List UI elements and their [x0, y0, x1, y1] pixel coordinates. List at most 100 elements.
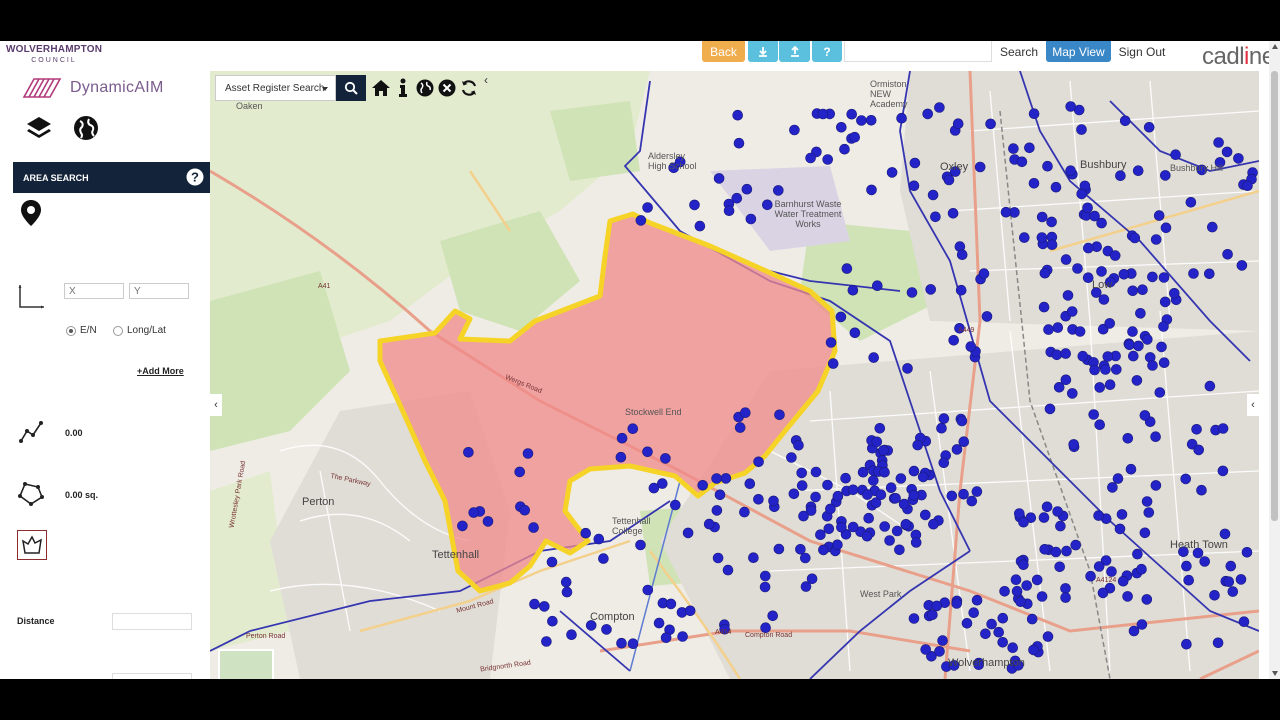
asset-marker[interactable]: [971, 594, 983, 606]
asset-marker[interactable]: [981, 311, 993, 322]
asset-marker[interactable]: [616, 432, 628, 444]
asset-marker[interactable]: [653, 617, 665, 629]
asset-marker[interactable]: [1203, 268, 1215, 280]
asset-marker[interactable]: [1141, 496, 1153, 507]
home-button[interactable]: [370, 75, 392, 101]
layers-icon[interactable]: [26, 115, 52, 148]
asset-marker[interactable]: [825, 337, 837, 348]
asset-marker[interactable]: [927, 189, 939, 201]
asset-marker[interactable]: [896, 112, 907, 124]
asset-marker[interactable]: [956, 249, 968, 260]
asset-marker[interactable]: [1077, 350, 1089, 362]
asset-marker[interactable]: [1050, 546, 1062, 558]
asset-marker[interactable]: [1007, 642, 1019, 654]
clear-button[interactable]: [436, 75, 458, 101]
x-coordinate-input[interactable]: [64, 283, 124, 299]
asset-marker[interactable]: [714, 489, 726, 501]
asset-marker[interactable]: [810, 491, 821, 503]
asset-marker[interactable]: [956, 415, 968, 427]
refresh-button[interactable]: [458, 75, 480, 101]
asset-marker[interactable]: [522, 448, 534, 459]
asset-marker[interactable]: [861, 530, 873, 542]
asset-marker[interactable]: [774, 409, 785, 421]
asset-marker[interactable]: [871, 436, 883, 448]
asset-marker[interactable]: [798, 510, 809, 522]
asset-marker[interactable]: [786, 452, 797, 463]
asset-marker[interactable]: [1043, 324, 1054, 335]
asset-marker[interactable]: [847, 484, 859, 496]
asset-marker[interactable]: [1106, 566, 1117, 577]
asset-marker[interactable]: [684, 605, 696, 617]
asset-marker[interactable]: [1128, 625, 1140, 637]
asset-marker[interactable]: [759, 570, 771, 582]
polyline-icon[interactable]: [18, 419, 46, 450]
asset-marker[interactable]: [1107, 482, 1118, 493]
asset-marker[interactable]: [1016, 156, 1028, 168]
scroll-thumb[interactable]: [1271, 71, 1278, 521]
asset-marker[interactable]: [1132, 165, 1144, 176]
asset-marker[interactable]: [906, 287, 918, 298]
asset-marker[interactable]: [1085, 570, 1096, 582]
asset-marker[interactable]: [800, 581, 812, 592]
asset-marker[interactable]: [759, 581, 771, 593]
help-circle-icon[interactable]: ?: [186, 168, 204, 186]
asset-marker[interactable]: [1028, 644, 1039, 656]
asset-marker[interactable]: [739, 407, 751, 419]
asset-marker[interactable]: [733, 137, 745, 149]
back-button[interactable]: Back: [702, 41, 745, 62]
asset-marker[interactable]: [713, 173, 725, 184]
asset-marker[interactable]: [547, 615, 558, 627]
asset-marker[interactable]: [1242, 180, 1253, 191]
polygon-icon[interactable]: [17, 481, 45, 512]
asset-marker[interactable]: [965, 341, 977, 352]
asset-marker[interactable]: [986, 618, 997, 630]
asset-marker[interactable]: [1024, 142, 1035, 154]
asset-marker[interactable]: [980, 628, 991, 640]
asset-marker[interactable]: [1154, 387, 1166, 398]
asset-marker[interactable]: [767, 610, 779, 622]
asset-marker[interactable]: [1104, 318, 1116, 329]
asset-marker[interactable]: [1102, 351, 1114, 362]
asset-marker[interactable]: [1054, 561, 1066, 573]
asset-marker[interactable]: [732, 109, 744, 121]
asset-marker[interactable]: [908, 489, 920, 501]
asset-marker[interactable]: [731, 192, 743, 204]
asset-marker[interactable]: [593, 533, 605, 545]
asset-marker[interactable]: [694, 220, 706, 232]
asset-marker[interactable]: [999, 585, 1010, 597]
asset-marker[interactable]: [1046, 239, 1058, 250]
asset-marker[interactable]: [1141, 334, 1153, 345]
asset-marker[interactable]: [1060, 592, 1071, 603]
asset-marker[interactable]: [1062, 290, 1074, 301]
asset-marker[interactable]: [1052, 322, 1064, 333]
asset-marker[interactable]: [660, 632, 672, 644]
asset-marker[interactable]: [847, 284, 859, 296]
asset-marker[interactable]: [711, 505, 723, 516]
asset-marker[interactable]: [627, 638, 639, 650]
asset-marker[interactable]: [1060, 583, 1071, 594]
asset-marker[interactable]: [1026, 613, 1038, 625]
asset-marker[interactable]: [1094, 382, 1106, 393]
asset-marker[interactable]: [822, 154, 834, 165]
asset-marker[interactable]: [538, 601, 550, 612]
asset-marker[interactable]: [1018, 232, 1030, 243]
asset-marker[interactable]: [898, 498, 910, 510]
asset-marker[interactable]: [1118, 269, 1130, 280]
asset-marker[interactable]: [711, 473, 722, 484]
asset-marker[interactable]: [682, 527, 694, 539]
asset-marker[interactable]: [1217, 423, 1229, 434]
asset-marker[interactable]: [847, 521, 859, 533]
asset-marker[interactable]: [930, 211, 941, 223]
asset-marker[interactable]: [1127, 285, 1139, 297]
asset-marker[interactable]: [1158, 321, 1169, 332]
asset-marker[interactable]: [879, 521, 891, 532]
asset-marker[interactable]: [928, 518, 939, 530]
asset-marker[interactable]: [1156, 341, 1167, 353]
asset-marker[interactable]: [1139, 410, 1151, 421]
asset-marker[interactable]: [1104, 379, 1116, 391]
asset-marker[interactable]: [1070, 539, 1082, 551]
asset-marker[interactable]: [978, 268, 990, 279]
asset-marker[interactable]: [1127, 350, 1139, 362]
page-scrollbar[interactable]: [1269, 41, 1280, 679]
asset-marker[interactable]: [1147, 271, 1158, 283]
